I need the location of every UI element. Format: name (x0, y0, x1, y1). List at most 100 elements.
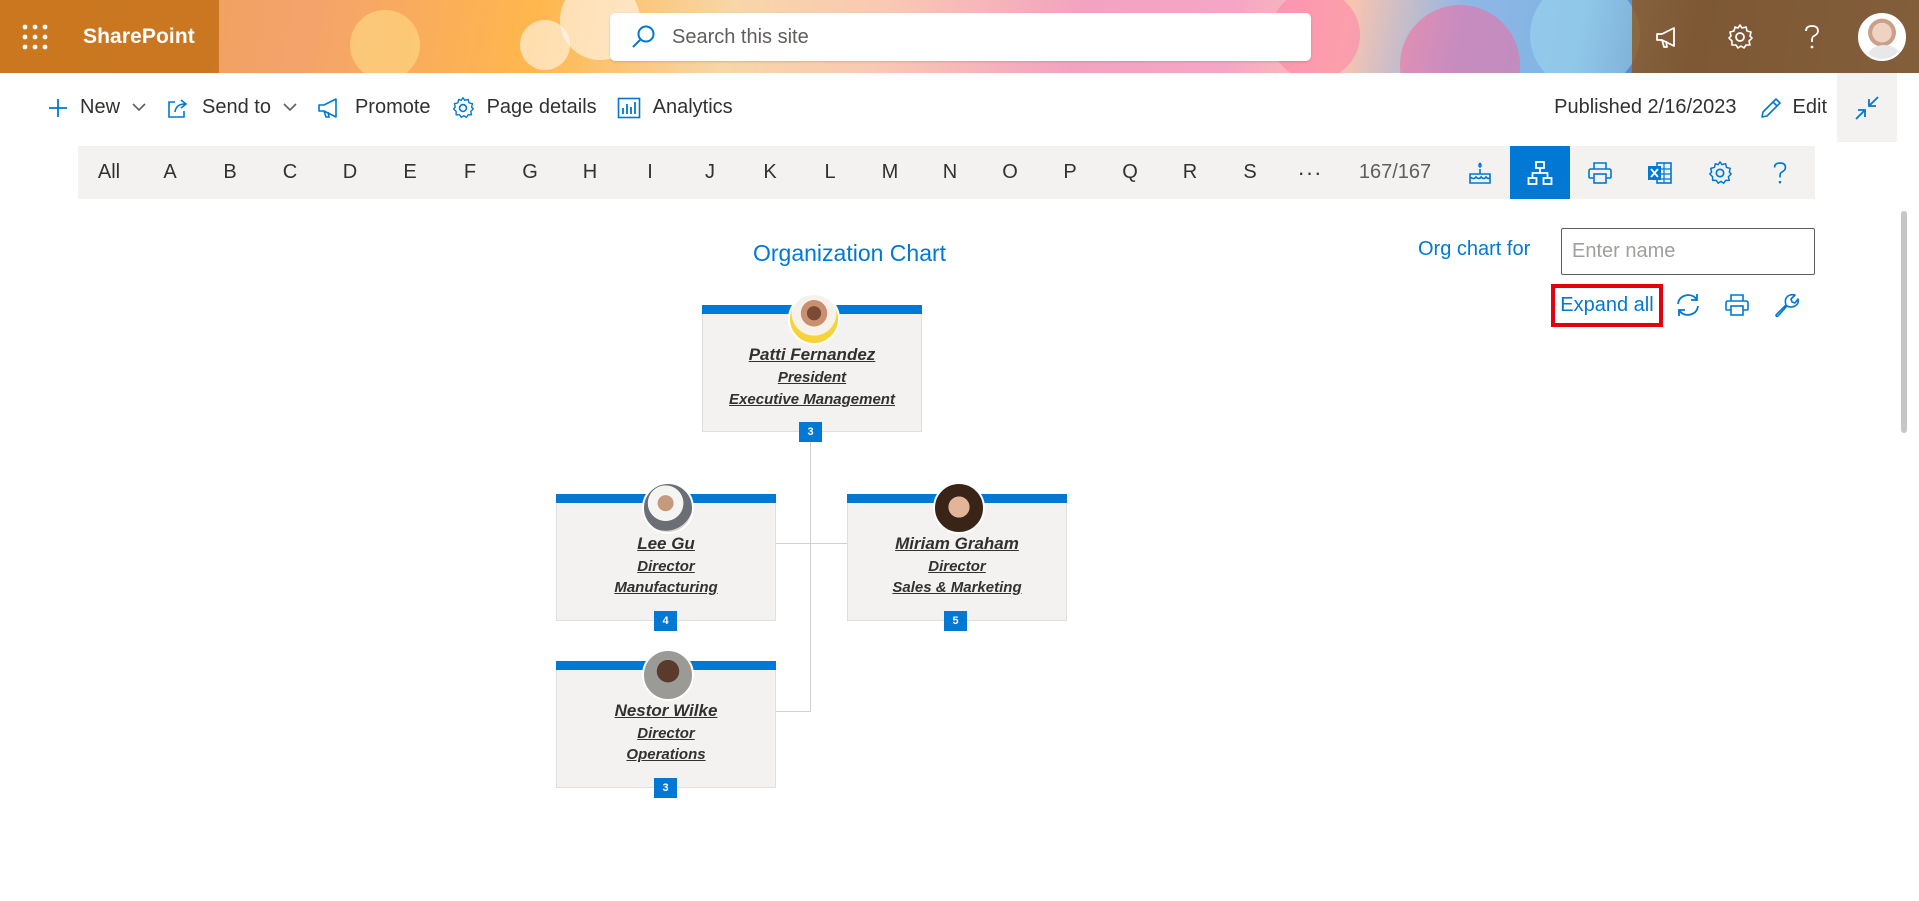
birthday-view-button[interactable] (1450, 146, 1510, 199)
letter-l[interactable]: L (800, 161, 860, 184)
new-label: New (80, 96, 121, 118)
letter-i[interactable]: I (620, 161, 680, 184)
suite-bar: SharePoint (0, 0, 1919, 73)
help-button[interactable] (1776, 0, 1848, 73)
suite-left: SharePoint (0, 0, 219, 73)
published-status: Published 2/16/2023 (1554, 96, 1737, 118)
edit-button[interactable]: Edit (1759, 96, 1827, 120)
reports-count-badge[interactable]: 3 (799, 422, 822, 442)
help-button[interactable] (1750, 146, 1810, 199)
analytics-icon (617, 97, 640, 118)
letter-k[interactable]: K (740, 161, 800, 184)
person-photo (642, 482, 694, 534)
reports-count-badge[interactable]: 5 (944, 611, 967, 631)
name-input[interactable] (1561, 228, 1815, 275)
help-icon (1773, 161, 1787, 183)
org-card-lee-gu[interactable]: Lee Gu Director Manufacturing (556, 482, 776, 621)
page-details-button[interactable]: Page details (441, 86, 607, 130)
megaphone-icon (318, 97, 337, 118)
brand-name[interactable]: SharePoint (83, 25, 195, 49)
person-department: Executive Management (729, 391, 895, 408)
person-department: Manufacturing (614, 579, 718, 596)
person-name[interactable]: Lee Gu (557, 534, 775, 554)
settings-button[interactable] (1704, 0, 1776, 73)
letter-c[interactable]: C (260, 161, 320, 184)
letter-r[interactable]: R (1160, 161, 1220, 184)
person-department: Operations (626, 746, 706, 763)
letter-m[interactable]: M (860, 161, 920, 184)
plus-icon (49, 98, 67, 117)
app-launcher-icon[interactable] (0, 0, 70, 73)
edit-label: Edit (1792, 96, 1827, 118)
chart-settings-button[interactable] (1768, 287, 1804, 323)
letter-a[interactable]: A (140, 161, 200, 184)
people-count: 167/167 (1358, 161, 1432, 183)
print-button[interactable] (1570, 146, 1630, 199)
export-excel-button[interactable] (1630, 146, 1690, 199)
collapse-button[interactable] (1837, 73, 1897, 142)
person-title: Director (928, 558, 986, 575)
person-photo (933, 482, 985, 534)
settings-button[interactable] (1690, 146, 1750, 199)
share-icon (168, 98, 188, 118)
letter-q[interactable]: Q (1100, 161, 1160, 184)
letter-d[interactable]: D (320, 161, 380, 184)
letter-b[interactable]: B (200, 161, 260, 184)
org-chart-view-button[interactable] (1510, 146, 1570, 199)
letter-p[interactable]: P (1040, 161, 1100, 184)
person-name[interactable]: Miriam Graham (848, 534, 1066, 554)
person-photo (642, 649, 694, 701)
megaphone-icon (1656, 26, 1675, 48)
search-icon (632, 25, 655, 48)
gear-icon (1709, 160, 1732, 184)
org-card-nestor-wilke[interactable]: Nestor Wilke Director Operations (556, 649, 776, 788)
reports-count-badge[interactable]: 4 (654, 611, 677, 631)
org-chart-icon (1527, 160, 1553, 185)
chart-title: Organization Chart (753, 240, 947, 266)
printer-icon (1725, 294, 1749, 316)
printer-icon (1588, 161, 1612, 184)
person-name[interactable]: Patti Fernandez (703, 345, 921, 365)
promote-button[interactable]: Promote (307, 86, 441, 130)
command-bar: New Send to Promote Page details Analyti… (0, 73, 1919, 142)
letter-s[interactable]: S (1220, 161, 1280, 184)
analytics-button[interactable]: Analytics (607, 86, 743, 130)
help-icon (1805, 24, 1819, 48)
new-button[interactable]: New (38, 86, 156, 130)
analytics-label: Analytics (652, 96, 733, 118)
cake-icon (1469, 162, 1491, 184)
notifications-button[interactable] (1632, 0, 1704, 73)
person-photo (788, 293, 840, 345)
send-to-button[interactable]: Send to (156, 86, 307, 130)
vertical-scrollbar[interactable] (1901, 211, 1907, 433)
search-box[interactable] (610, 13, 1311, 61)
letter-e[interactable]: E (380, 161, 440, 184)
more-letters-button[interactable]: ··· (1280, 160, 1340, 186)
expand-all-button[interactable]: Expand all (1551, 284, 1663, 327)
refresh-button[interactable] (1670, 287, 1706, 323)
collapse-icon (1855, 95, 1879, 120)
pencil-icon (1760, 97, 1781, 118)
connector-line (810, 442, 811, 712)
org-card-patti-fernandez[interactable]: Patti Fernandez President Executive Mana… (702, 293, 922, 432)
letter-j[interactable]: J (680, 161, 740, 184)
person-title: Director (637, 725, 695, 742)
chevron-down-icon (132, 103, 146, 112)
letter-n[interactable]: N (920, 161, 980, 184)
org-card-miriam-graham[interactable]: Miriam Graham Director Sales & Marketing (847, 482, 1067, 621)
letter-all[interactable]: All (78, 161, 140, 184)
letter-h[interactable]: H (560, 161, 620, 184)
reports-count-badge[interactable]: 3 (654, 778, 677, 798)
letter-f[interactable]: F (440, 161, 500, 184)
user-avatar[interactable] (1858, 12, 1906, 61)
letter-o[interactable]: O (980, 161, 1040, 184)
print-chart-button[interactable] (1719, 287, 1755, 323)
org-chart-for-label: Org chart for (1418, 238, 1531, 260)
person-title: Director (637, 558, 695, 575)
letter-g[interactable]: G (500, 161, 560, 184)
person-name[interactable]: Nestor Wilke (557, 701, 775, 721)
person-department: Sales & Marketing (892, 579, 1022, 596)
connector-line (775, 711, 811, 712)
search-input[interactable] (672, 25, 1272, 49)
page-details-label: Page details (486, 96, 597, 118)
